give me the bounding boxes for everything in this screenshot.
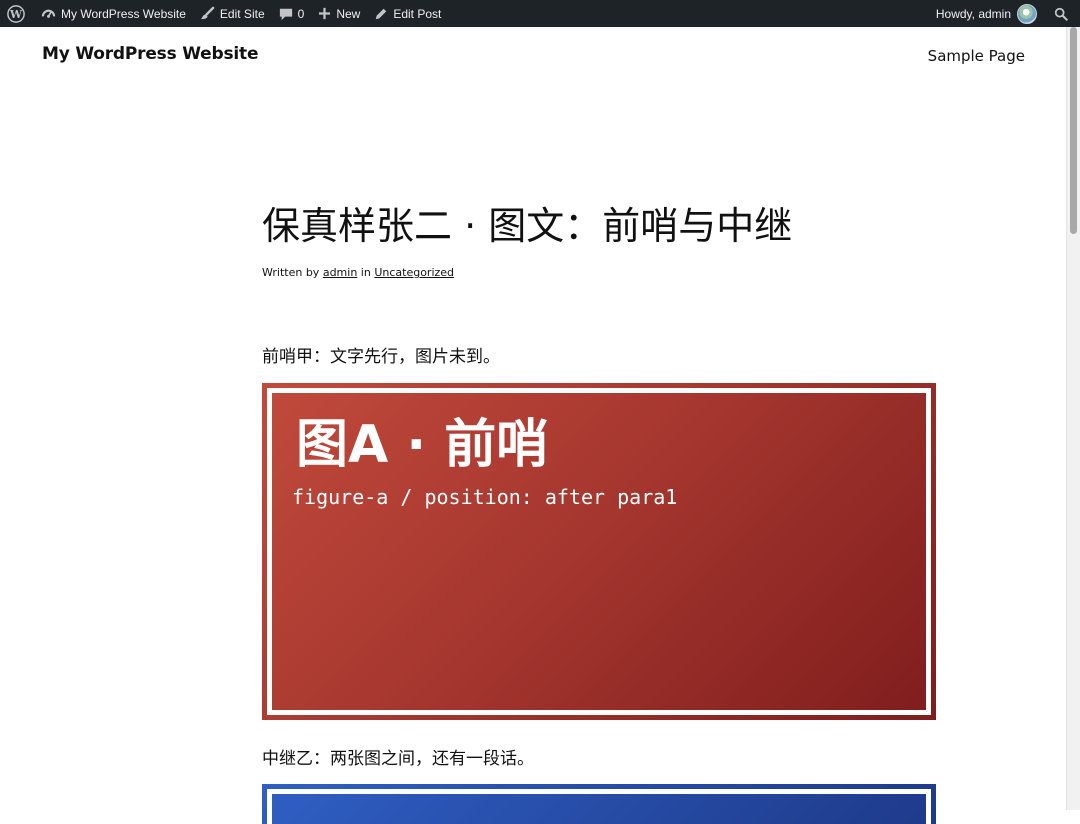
edit-post-label: Edit Post xyxy=(393,6,442,21)
account-menu[interactable]: Howdy, admin xyxy=(929,0,1044,27)
wordpress-logo-icon[interactable]: W xyxy=(0,0,34,27)
edit-post-button[interactable]: Edit Post xyxy=(367,0,448,27)
site-title[interactable]: My WordPress Website xyxy=(42,44,258,64)
paragraph-1: 前哨甲：文字先行，图片未到。 xyxy=(262,347,500,367)
search-icon xyxy=(1054,7,1068,21)
post-meta: Written by admin in Uncategorized xyxy=(262,266,454,279)
paragraph-2: 中继乙：两张图之间，还有一段话。 xyxy=(262,749,534,769)
page-scrollbar[interactable] xyxy=(1066,27,1080,810)
plus-icon xyxy=(318,7,331,20)
in-label: in xyxy=(360,266,371,279)
comments-button[interactable]: 0 xyxy=(272,0,312,27)
brush-icon xyxy=(200,6,215,21)
new-content-button[interactable]: New xyxy=(311,0,367,27)
written-by-label: Written by xyxy=(262,266,320,279)
comments-count: 0 xyxy=(297,6,305,21)
scrollbar-thumb[interactable] xyxy=(1070,27,1077,234)
admin-bar: W My WordPress Website Edit Site 0 New E… xyxy=(0,0,1080,27)
post-title: 保真样张二 · 图文：前哨与中继 xyxy=(262,204,793,248)
search-button[interactable] xyxy=(1044,0,1080,27)
howdy-label: Howdy, admin xyxy=(935,6,1011,21)
nav-item-sample-page[interactable]: Sample Page xyxy=(928,47,1025,65)
figure-b-image xyxy=(262,784,936,824)
dashboard-icon xyxy=(41,6,56,21)
pencil-icon xyxy=(374,7,388,21)
edit-site-button[interactable]: Edit Site xyxy=(193,0,272,27)
figure-a-caption: figure-a / position: after para1 xyxy=(292,485,678,509)
avatar xyxy=(1017,3,1037,24)
figure-b-frame xyxy=(267,789,931,824)
site-name-label: My WordPress Website xyxy=(61,6,186,21)
figure-a-title: 图A · 前哨 xyxy=(296,415,549,475)
site-name-menu[interactable]: My WordPress Website xyxy=(34,0,193,27)
figure-a-image: 图A · 前哨 figure-a / position: after para1 xyxy=(262,383,936,720)
comment-bubble-icon xyxy=(279,7,293,21)
edit-site-label: Edit Site xyxy=(219,6,265,21)
category-link[interactable]: Uncategorized xyxy=(374,266,454,279)
author-link[interactable]: admin xyxy=(323,266,357,279)
svg-text:W: W xyxy=(9,8,23,21)
new-label: New xyxy=(336,6,361,21)
